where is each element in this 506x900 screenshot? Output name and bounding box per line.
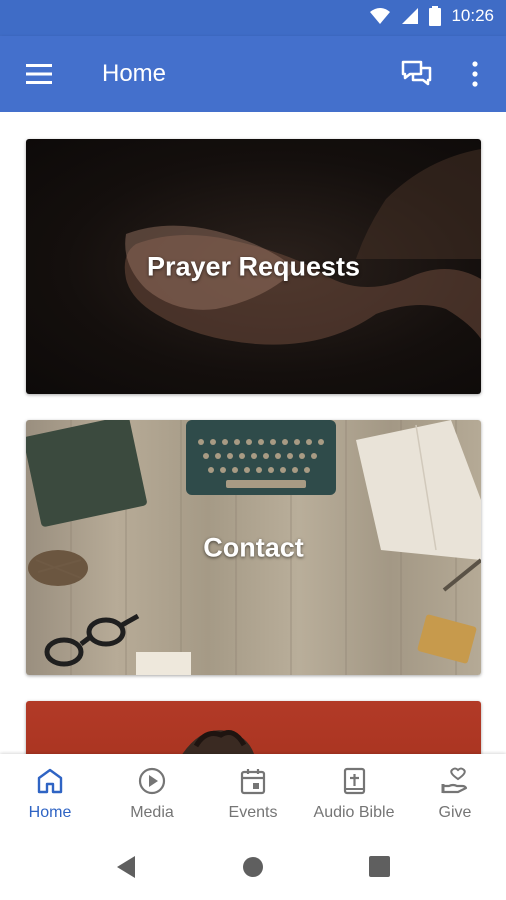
recents-icon[interactable] bbox=[369, 856, 390, 877]
page-title: Home bbox=[102, 60, 167, 87]
give-icon bbox=[441, 767, 468, 794]
nav-label: Give bbox=[438, 804, 472, 821]
nav-label: Audio Bible bbox=[313, 804, 395, 821]
bottom-navigation: Home Media Events Audio Bible Give bbox=[0, 754, 506, 834]
more-vert-icon bbox=[472, 61, 478, 87]
system-navigation-bar bbox=[0, 834, 506, 900]
wifi-icon bbox=[370, 8, 391, 24]
bible-icon bbox=[343, 767, 366, 795]
nav-label: Home bbox=[28, 804, 72, 821]
menu-button[interactable] bbox=[24, 62, 54, 86]
battery-icon bbox=[429, 6, 442, 26]
nav-label: Media bbox=[130, 804, 174, 821]
signal-icon bbox=[402, 8, 419, 24]
home-icon bbox=[37, 768, 63, 794]
card-third[interactable] bbox=[26, 701, 481, 754]
menu-icon bbox=[26, 64, 52, 84]
app-bar: Home bbox=[0, 36, 506, 112]
chat-button[interactable] bbox=[400, 58, 434, 90]
chat-icon bbox=[401, 60, 432, 86]
calendar-icon bbox=[240, 769, 266, 795]
nav-home[interactable]: Home bbox=[0, 754, 100, 834]
home-content: Prayer Requests Contact bbox=[0, 112, 506, 754]
nav-events[interactable]: Events bbox=[203, 754, 303, 834]
person-image bbox=[182, 730, 254, 754]
nav-label: Events bbox=[228, 804, 278, 821]
card-prayer-requests[interactable]: Prayer Requests bbox=[26, 139, 481, 394]
home-circle-icon[interactable] bbox=[242, 856, 264, 878]
nav-media[interactable]: Media bbox=[102, 754, 202, 834]
status-time: 10:26 bbox=[451, 6, 494, 25]
play-icon bbox=[138, 767, 166, 795]
nav-audio-bible[interactable]: Audio Bible bbox=[304, 754, 404, 834]
card-label: Contact bbox=[203, 532, 304, 562]
status-bar: 10:26 bbox=[0, 0, 506, 36]
back-icon[interactable] bbox=[115, 855, 137, 879]
card-contact[interactable]: Contact bbox=[26, 420, 481, 675]
card-label: Prayer Requests bbox=[146, 251, 361, 281]
nav-give[interactable]: Give bbox=[405, 754, 505, 834]
more-options-button[interactable] bbox=[466, 58, 484, 90]
